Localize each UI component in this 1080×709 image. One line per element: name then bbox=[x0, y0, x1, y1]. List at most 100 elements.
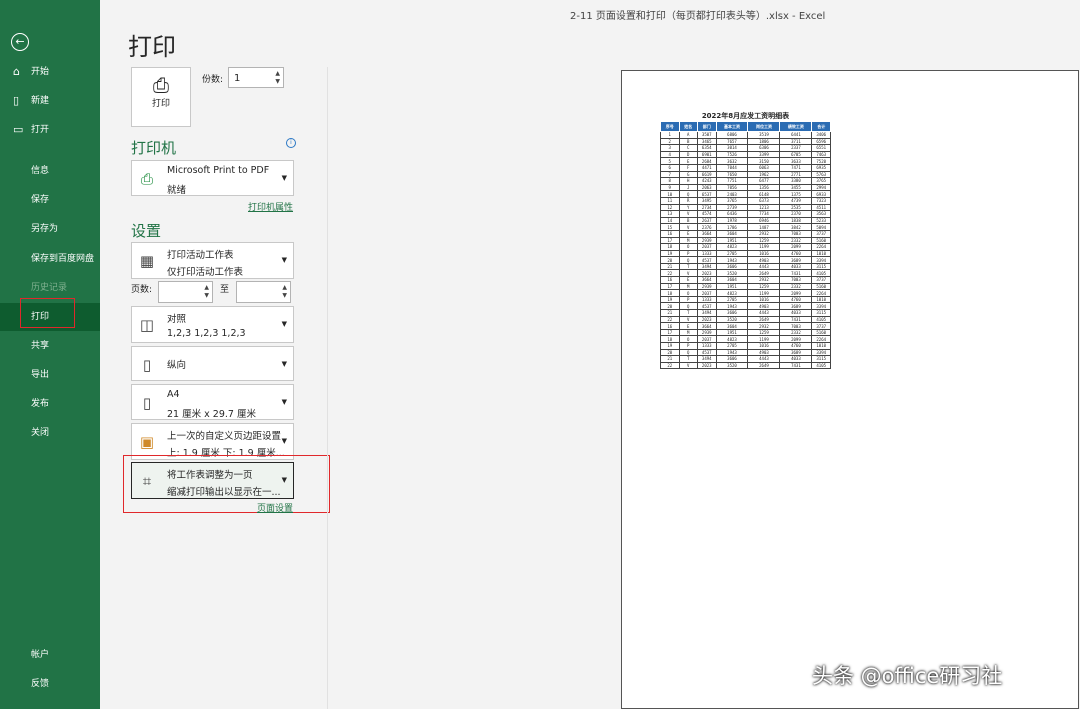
table-cell: 7431 bbox=[779, 269, 813, 278]
copies-input[interactable]: 1 ▲ ▼ bbox=[228, 67, 284, 88]
table-row: 20 Q 4537 1943 4903 3689 3394 bbox=[660, 256, 831, 264]
nav-item-save[interactable]: 保存 bbox=[0, 186, 100, 214]
table-row: 22 V 2023 3520 2649 7431 4105 bbox=[660, 315, 831, 324]
table-cell: Y bbox=[678, 203, 698, 212]
table-row: 18 O 2037 4823 1199 2099 2264 bbox=[660, 289, 831, 297]
nav-item-close[interactable]: 关闭 bbox=[0, 419, 100, 447]
table-cell: 2264 bbox=[811, 335, 831, 343]
orientation-dropdown[interactable]: ▯ 纵向 ▼ bbox=[131, 346, 294, 381]
page-to-input[interactable]: ▲ ▼ bbox=[236, 281, 291, 303]
printer-section-title: 打印机 bbox=[131, 139, 177, 157]
table-cell: 1333 bbox=[697, 295, 717, 304]
table-cell: 4243 bbox=[697, 177, 717, 185]
nav-item-feedback[interactable]: 反馈 bbox=[0, 670, 100, 698]
table-cell: 3633 bbox=[779, 157, 813, 165]
table-cell: 3494 bbox=[697, 262, 717, 271]
table-cell: 2037 bbox=[697, 335, 717, 343]
table-cell: 3494 bbox=[697, 309, 717, 317]
info-icon[interactable]: i bbox=[286, 138, 296, 148]
print-scope-dropdown[interactable]: ▦ 打印活动工作表 仅打印活动工作表 ▼ bbox=[131, 242, 294, 279]
copies-stepper[interactable]: ▲ ▼ bbox=[275, 70, 280, 86]
table-cell: 21 bbox=[660, 309, 680, 317]
table-cell: 3150 bbox=[747, 157, 781, 165]
table-cell: 4033 bbox=[779, 355, 813, 363]
table-row: 1 A 3507 6806 3519 6441 3406 bbox=[660, 131, 831, 139]
table-cell: R bbox=[678, 196, 698, 205]
table-cell: 21 bbox=[660, 262, 680, 271]
table-cell: 6436 bbox=[715, 210, 749, 218]
nav-item-save-as[interactable]: 另存为 bbox=[0, 215, 100, 243]
printer-properties-link[interactable]: 打印机属性 bbox=[248, 200, 293, 213]
page-from-input[interactable]: ▲ ▼ bbox=[158, 281, 213, 303]
nav-item-info[interactable]: 信息 bbox=[0, 157, 100, 185]
table-cell: 4443 bbox=[747, 355, 781, 363]
table-cell: 2939 bbox=[697, 328, 717, 337]
preview-header-cell: 岗位工资 bbox=[747, 121, 781, 132]
table-cell: 1951 bbox=[715, 328, 749, 337]
back-arrow-icon[interactable]: ← bbox=[11, 33, 29, 51]
table-cell: 16 bbox=[660, 322, 680, 330]
table-cell: 2023 bbox=[697, 315, 717, 324]
table-cell: 3606 bbox=[715, 309, 749, 317]
table-cell: 3765 bbox=[811, 177, 831, 185]
table-cell: 22 bbox=[660, 269, 680, 278]
table-cell: P bbox=[678, 342, 698, 350]
table-row: 21 T 3494 3606 4443 4033 3115 bbox=[660, 309, 831, 317]
printer-dropdown[interactable]: ⎙ Microsoft Print to PDF 就绪 ▼ bbox=[131, 160, 294, 196]
table-cell: 6806 bbox=[715, 131, 749, 139]
table-cell: 4760 bbox=[779, 295, 813, 304]
table-cell: 4443 bbox=[747, 309, 781, 317]
table-cell: 3664 bbox=[697, 322, 717, 330]
table-cell: P bbox=[678, 295, 698, 304]
paper-icon: ▯ bbox=[142, 394, 152, 412]
nav-item-publish[interactable]: 发布 bbox=[0, 390, 100, 418]
table-cell: 4105 bbox=[811, 361, 831, 370]
print-button[interactable]: ⎙ 打印 bbox=[131, 67, 191, 127]
watermark-text: 头条 @office研习社 bbox=[812, 664, 1003, 688]
table-cell: 6705 bbox=[779, 150, 813, 159]
table-row: 15 V 2376 1786 1487 3842 5094 bbox=[660, 223, 831, 231]
paper-size-dropdown[interactable]: ▯ A4 21 厘米 x 29.7 厘米 ▼ bbox=[131, 384, 294, 420]
nav-item-home[interactable]: ⌂ 开始 bbox=[0, 58, 100, 86]
table-cell: 3520 bbox=[715, 315, 749, 324]
collate-dropdown[interactable]: ◫ 对照 1,2,3 1,2,3 1,2,3 ▼ bbox=[131, 306, 294, 343]
table-cell: 19 bbox=[660, 342, 680, 350]
nav-item-account[interactable]: 帐户 bbox=[0, 641, 100, 669]
table-cell: 4537 bbox=[697, 348, 717, 357]
table-cell: 4105 bbox=[811, 269, 831, 278]
table-cell: 6596 bbox=[811, 137, 831, 146]
table-cell: C bbox=[678, 144, 698, 152]
table-cell: V bbox=[678, 269, 698, 278]
nav-item-export[interactable]: 导出 bbox=[0, 361, 100, 389]
table-cell: 7431 bbox=[779, 315, 813, 324]
table-cell: 5 bbox=[660, 157, 680, 165]
table-cell: 1806 bbox=[747, 137, 781, 146]
page-setup-link[interactable]: 页面设置 bbox=[257, 501, 293, 514]
table-cell: 8 bbox=[660, 177, 680, 185]
table-cell: M bbox=[678, 236, 698, 245]
nav-item-save-baidu[interactable]: 保存到百度网盘 bbox=[0, 245, 100, 273]
folder-open-icon: ▭ bbox=[13, 123, 24, 136]
nav-item-new[interactable]: ▯ 新建 bbox=[0, 87, 100, 115]
table-row: 16 E 3664 3604 2932 7003 3737 bbox=[660, 229, 831, 238]
nav-item-share[interactable]: 共享 bbox=[0, 332, 100, 360]
settings-section-title: 设置 bbox=[131, 222, 162, 240]
table-cell: 1199 bbox=[747, 243, 781, 251]
table-cell: 7323 bbox=[811, 196, 831, 205]
table-cell: 2023 bbox=[697, 361, 717, 370]
table-cell: 20 bbox=[660, 348, 680, 357]
table-cell: 7044 bbox=[715, 163, 749, 172]
home-icon: ⌂ bbox=[13, 65, 20, 78]
table-cell: 3520 bbox=[715, 361, 749, 370]
table-row: 21 T 3494 3606 4443 4033 3115 bbox=[660, 355, 831, 363]
highlight-box-scaling bbox=[123, 455, 330, 513]
table-cell: O bbox=[678, 243, 698, 251]
page-to-stepper[interactable]: ▲ ▼ bbox=[282, 284, 287, 300]
table-row: 14 B 2637 1978 6946 1838 5233 bbox=[660, 216, 831, 225]
table-cell: 7003 bbox=[779, 322, 813, 330]
table-row: 17 M 2939 1951 1259 2332 5160 bbox=[660, 236, 831, 245]
table-cell: 5160 bbox=[811, 328, 831, 337]
nav-item-open[interactable]: ▭ 打开 bbox=[0, 116, 100, 144]
page-from-stepper[interactable]: ▲ ▼ bbox=[204, 284, 209, 300]
table-cell: Q bbox=[678, 348, 698, 357]
